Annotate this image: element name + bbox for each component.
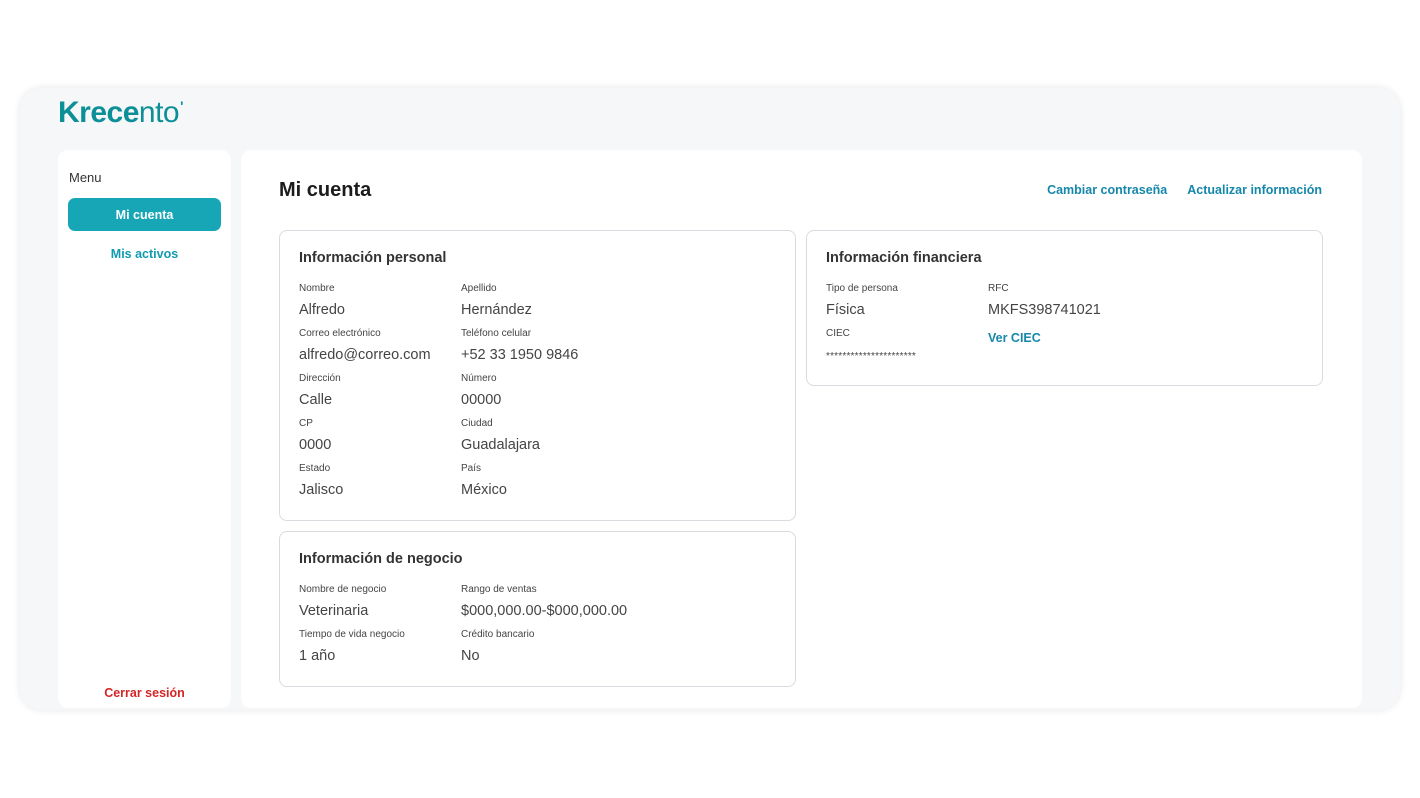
field-rango-ventas: Rango de ventas $000,000.00-$000,000.00 [461,584,627,620]
field-label: Estado [299,463,331,474]
field-label: Correo electrónico [299,328,381,339]
field-label: Número [461,373,497,384]
logout-button[interactable]: Cerrar sesión [58,686,231,700]
field-label: CIEC [826,328,850,339]
field-tiempo-vida: Tiempo de vida negocio 1 año [299,629,405,665]
field-numero: Número 00000 [461,373,501,409]
field-value: 0000 [299,437,332,453]
field-nombre: Nombre Alfredo [299,283,345,319]
field-telefono: Teléfono celular +52 33 1950 9846 [461,328,578,364]
field-value: Veterinaria [299,603,369,619]
page-title: Mi cuenta [279,179,372,201]
main-content: Mi cuenta Cambiar contraseña Actualizar … [241,150,1362,708]
field-value: No [461,648,480,664]
field-label: CP [299,418,313,429]
header-actions: Cambiar contraseña Actualizar informació… [1047,183,1322,197]
sidebar-item-mis-activos[interactable]: Mis activos [68,237,221,270]
field-label: Teléfono celular [461,328,532,339]
field-label: Dirección [299,373,341,384]
field-tipo-persona: Tipo de persona Física [826,283,898,319]
field-value: 1 año [299,648,336,664]
financial-info-card: Información financiera Tipo de persona F… [806,230,1323,386]
field-value: $000,000.00-$000,000.00 [461,603,628,619]
krecento-logo: Krece nto ' [58,96,183,130]
logo-light-text: nto [138,96,180,129]
field-value: alfredo@correo.com [299,347,431,363]
field-ciec: CIEC ********************** [826,328,916,366]
field-value: Hernández [461,302,532,318]
personal-info-title: Información personal [299,250,447,266]
field-label: Nombre de negocio [299,584,387,595]
field-nombre-negocio: Nombre de negocio Veterinaria [299,584,386,620]
field-label: Ciudad [461,418,493,429]
field-value: Jalisco [299,482,344,498]
sidebar: Menu Mi cuenta Mis activos Cerrar sesión [58,150,231,708]
field-value: +52 33 1950 9846 [461,347,579,363]
financial-info-title: Información financiera [826,250,982,266]
personal-info-card: Información personal Nombre Alfredo Apel… [279,230,796,521]
field-label: Tiempo de vida negocio [299,629,405,640]
field-cp: CP 0000 [299,418,331,454]
field-credito-bancario: Crédito bancario No [461,629,534,665]
field-label: País [461,463,482,474]
view-ciec-link[interactable]: Ver CIEC [988,331,1041,345]
field-pais: País México [461,463,507,499]
logo-mark: ' [180,98,183,114]
update-info-link[interactable]: Actualizar información [1187,183,1322,197]
field-label: RFC [988,283,1009,294]
field-label: Tipo de persona [826,283,898,294]
field-value: Calle [299,392,333,408]
field-value: Alfredo [299,302,345,318]
field-ciudad: Ciudad Guadalajara [461,418,540,454]
business-info-card: Información de negocio Nombre de negocio… [279,531,796,687]
ciec-masked-value: ********************** [826,351,917,362]
field-label: Crédito bancario [461,629,535,640]
field-value: MKFS398741021 [988,302,1101,318]
field-label: Rango de ventas [461,584,537,595]
business-info-title: Información de negocio [299,551,463,567]
app-window: Krece nto ' Menu Mi cuenta Mis activos Cer… [20,88,1400,710]
field-direccion: Dirección Calle [299,373,341,409]
field-value: Guadalajara [461,437,540,453]
field-value: Física [826,302,865,318]
field-estado: Estado Jalisco [299,463,343,499]
field-value: 00000 [461,392,502,408]
change-password-link[interactable]: Cambiar contraseña [1047,183,1167,197]
field-rfc: RFC MKFS398741021 [988,283,1101,319]
field-correo: Correo electrónico alfredo@correo.com [299,328,431,364]
field-apellido: Apellido Hernández [461,283,532,319]
logo-bold-text: Krece [58,96,139,129]
sidebar-item-mi-cuenta[interactable]: Mi cuenta [68,198,221,231]
field-label: Nombre [299,283,335,294]
field-label: Apellido [461,283,497,294]
field-value: México [461,482,507,498]
menu-label: Menu [69,170,102,185]
